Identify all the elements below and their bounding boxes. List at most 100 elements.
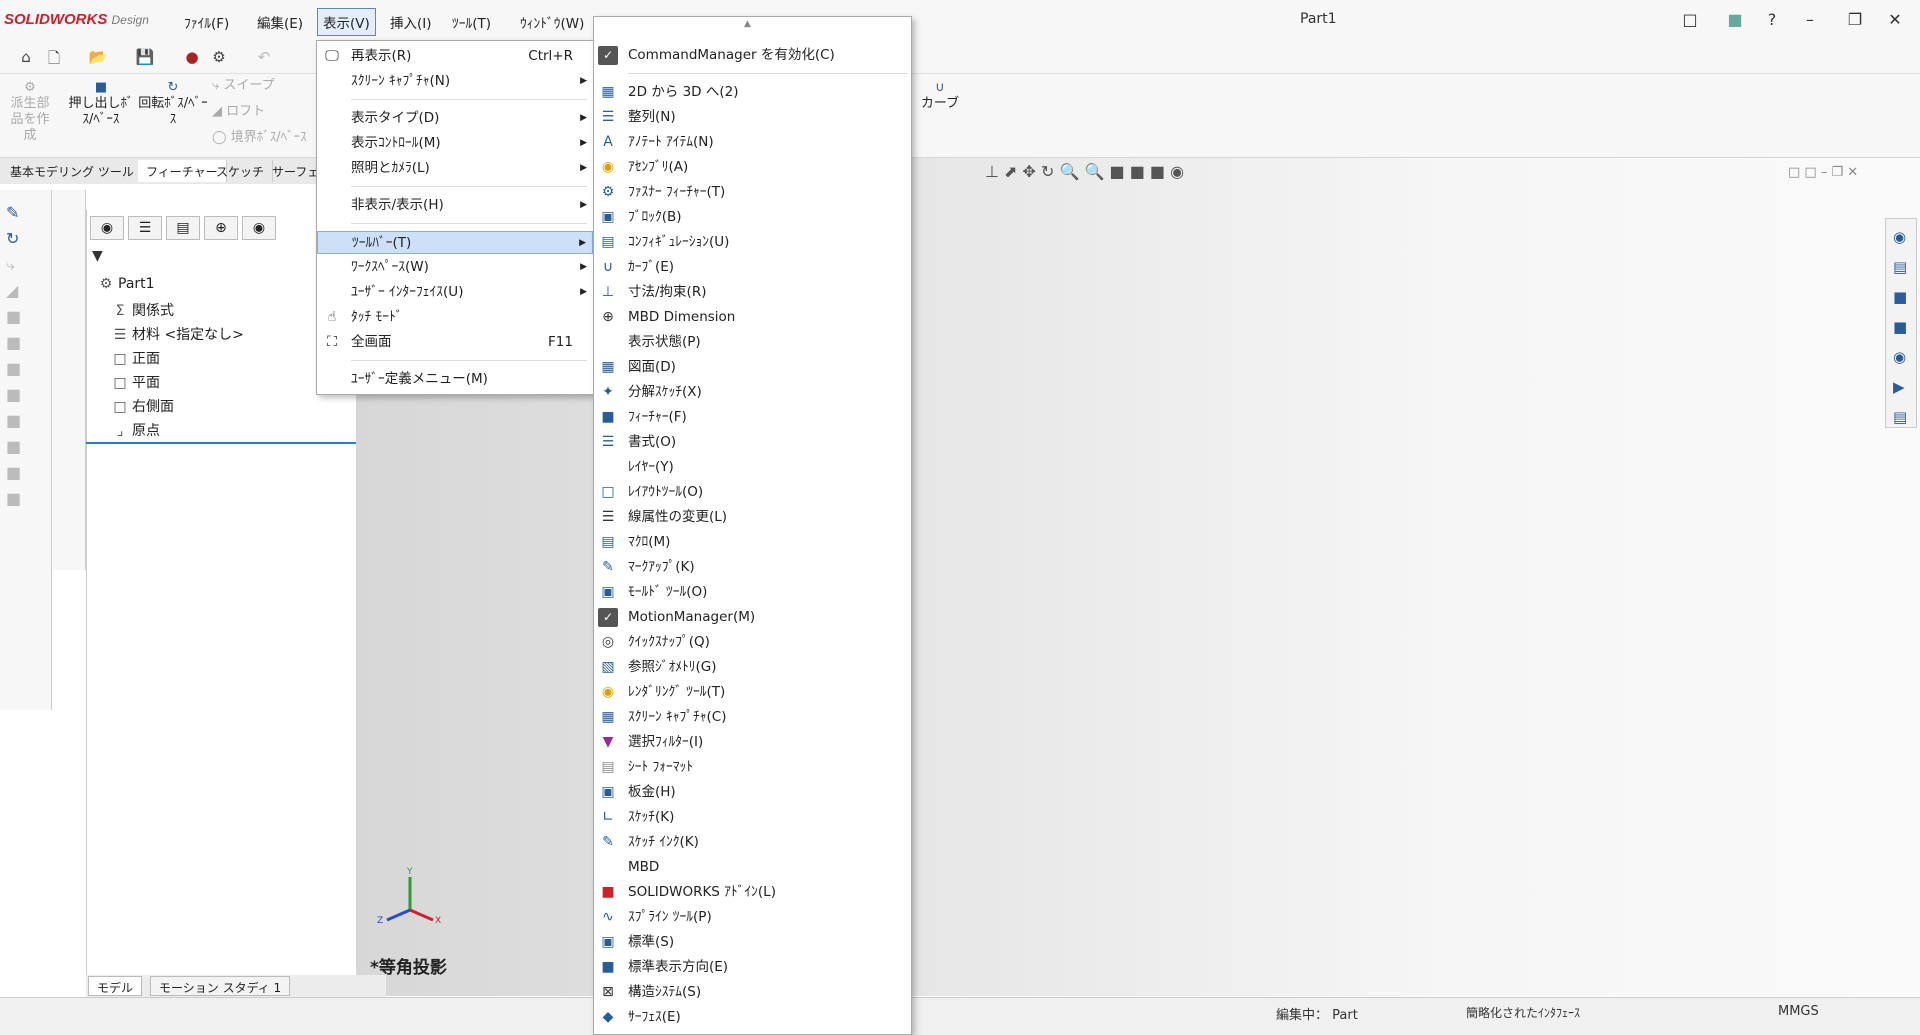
menu-tools[interactable]: ﾂｰﾙ(T) bbox=[448, 11, 495, 33]
toolbar-item-standard[interactable]: ▣ 標準(S) bbox=[594, 930, 911, 955]
toolbar-item-standard-views[interactable]: ■ 標準表示方向(E) bbox=[594, 955, 911, 980]
view-menu-lights-cameras[interactable]: 照明とｶﾒﾗ(L) ▶ bbox=[317, 157, 593, 180]
view-menu-workspace[interactable]: ﾜｰｸｽﾍﾟｰｽ(W) ▶ bbox=[317, 256, 593, 279]
terminal-icon[interactable]: □ bbox=[1670, 6, 1710, 34]
tree-item-front-plane[interactable]: □ 正面 bbox=[110, 348, 160, 368]
display-manager-tab-icon[interactable]: ◉ bbox=[242, 216, 276, 240]
sweep-button[interactable]: ⤷ スイープ bbox=[212, 78, 275, 94]
toolbar-item-structure-system[interactable]: ⊠ 構造ｼｽﾃﾑ(S) bbox=[594, 980, 911, 1005]
extrude-boss-button[interactable]: ■ 押し出しﾎﾞｽ/ﾍﾞｰｽ bbox=[66, 80, 136, 128]
dimxpert-tab-icon[interactable]: ⊕ bbox=[204, 216, 238, 240]
view-menu-user-interface[interactable]: ﾕｰｻﾞｰ ｲﾝﾀｰﾌｪｲｽ(U) ▶ bbox=[317, 281, 593, 304]
configuration-manager-tab-icon[interactable]: ▤ bbox=[166, 216, 200, 240]
traffic-light-icon[interactable]: ● bbox=[181, 48, 203, 68]
tree-item-origin[interactable]: ⌟ 原点 bbox=[110, 420, 160, 440]
toolbar-item-markup[interactable]: ✎ ﾏｰｸｱｯﾌﾟ(K) bbox=[594, 555, 911, 580]
scroll-up-arrow-icon[interactable]: ▲ bbox=[744, 19, 751, 29]
view-menu-hide-show[interactable]: 非表示/表示(H) ▶ bbox=[317, 194, 593, 217]
viewport-window-controls[interactable]: □ □ – ❐ ✕ bbox=[1788, 165, 1858, 180]
options-gear-icon[interactable]: ⚙ bbox=[208, 48, 230, 68]
toolbar-item-drawing[interactable]: ▦ 図面(D) bbox=[594, 355, 911, 380]
toolbar-item-configuration[interactable]: ▤ ｺﾝﾌｨｷﾞｭﾚｰｼｮﾝ(U) bbox=[594, 230, 911, 255]
tab-motion-study[interactable]: モーション スタディ 1 bbox=[150, 976, 291, 996]
toolbar-item-motionmanager[interactable]: ✓ MotionManager(M) bbox=[594, 605, 911, 630]
view-menu-full-screen[interactable]: ⛶ 全画面 F11 bbox=[317, 331, 593, 354]
toolbar-item-mbd-dimension[interactable]: ⊕ MBD Dimension bbox=[594, 305, 911, 330]
toolbar-item-layout-tools[interactable]: □ ﾚｲｱｳﾄﾂｰﾙ(O) bbox=[594, 480, 911, 505]
toolbar-item-solidworks-addins[interactable]: ■ SOLIDWORKS ｱﾄﾞｲﾝ(L) bbox=[594, 880, 911, 905]
undo-icon[interactable]: ↶ bbox=[253, 48, 275, 68]
tree-item-equations[interactable]: Σ 関係式 bbox=[110, 300, 174, 320]
toolbar-item-annotation[interactable]: A ｱﾉﾃｰﾄ ｱｲﾃﾑ(N) bbox=[594, 130, 911, 155]
home-icon[interactable]: ⌂ bbox=[15, 48, 37, 68]
open-icon[interactable]: 📂 bbox=[87, 48, 109, 68]
toolbar-item-spline-tools[interactable]: ∿ ｽﾌﾟﾗｲﾝ ﾂｰﾙ(P) bbox=[594, 905, 911, 930]
derived-part-button[interactable]: ⚙ 派生部品を作成 bbox=[8, 80, 52, 144]
toolbar-item-reference-geometry[interactable]: ▧ 参照ｼﾞｵﾒﾄﾘ(G) bbox=[594, 655, 911, 680]
view-menu-screen-capture[interactable]: ｽｸﾘｰﾝ ｷｬﾌﾟﾁｬ(N) ▶ bbox=[317, 70, 593, 93]
toolbar-item-selection-filter[interactable]: ▼ 選択ﾌｨﾙﾀｰ(I) bbox=[594, 730, 911, 755]
tab-model[interactable]: モデル bbox=[88, 976, 143, 996]
toolbar-item-assembly[interactable]: ◉ ｱｾﾝﾌﾞﾘ(A) bbox=[594, 155, 911, 180]
revolve-boss-button[interactable]: ↻ 回転ﾎﾞｽ/ﾍﾞｰｽ bbox=[138, 80, 208, 128]
menu-window[interactable]: ｳｨﾝﾄﾞｳ(W) bbox=[516, 11, 588, 33]
view-menu-display-type[interactable]: 表示タイプ(D) ▶ bbox=[317, 107, 593, 130]
heads-up-toolbar[interactable]: ⊥ ⬈ ✥ ↻ 🔍 🔍 ■ ■ ■ ◉ bbox=[985, 162, 1184, 186]
toolbar-item-sketch[interactable]: ∟ ｽｹｯﾁ(K) bbox=[594, 805, 911, 830]
menu-edit[interactable]: 編集(E) bbox=[253, 11, 307, 33]
toolbar-item-display-states[interactable]: 表示状態(P) bbox=[594, 330, 911, 355]
toolbar-item-render-tools[interactable]: ◉ ﾚﾝﾀﾞﾘﾝｸﾞ ﾂｰﾙ(T) bbox=[594, 680, 911, 705]
toolbar-item-explode-sketch[interactable]: ✦ 分解ｽｹｯﾁ(X) bbox=[594, 380, 911, 405]
task-pane-icons[interactable]: ◉ ▤ ■ ■ ◉ ▶ ▤ bbox=[1893, 222, 1907, 432]
solidworks-logo[interactable]: SOLIDWORKS Design bbox=[4, 11, 149, 28]
toolbar-item-sheet-format[interactable]: ▤ ｼｰﾄ ﾌｫｰﾏｯﾄ bbox=[594, 755, 911, 780]
view-menu-redraw[interactable]: 🖵 再表示(R) Ctrl+R bbox=[317, 45, 593, 68]
user-avatar-icon[interactable]: ■ bbox=[1715, 6, 1755, 34]
loft-button[interactable]: ◢ ロフト bbox=[212, 104, 265, 120]
feature-manager-tab-icon[interactable]: ◉ bbox=[90, 216, 124, 240]
curve-button[interactable]: ∪ カーブ bbox=[920, 80, 960, 112]
property-manager-tab-icon[interactable]: ☰ bbox=[128, 216, 162, 240]
left-strip-icons[interactable]: ✎ ↻ ⤷ ◢ ■ ■ ■ ■ ■ ■ ■ ■ bbox=[6, 200, 21, 512]
toolbar-item-surfaces[interactable]: ◆ ｻｰﾌｪｽ(E) bbox=[594, 1005, 911, 1030]
toolbar-item-sketch-ink[interactable]: ✎ ｽｹｯﾁ ｲﾝｸ(K) bbox=[594, 830, 911, 855]
restore-button[interactable]: ❐ bbox=[1835, 6, 1875, 34]
toolbar-item-macro[interactable]: ▤ ﾏｸﾛ(M) bbox=[594, 530, 911, 555]
toolbar-item-curves[interactable]: ∪ ｶｰﾌﾞ(E) bbox=[594, 255, 911, 280]
toolbar-item-layer[interactable]: ﾚｲﾔｰ(Y) bbox=[594, 455, 911, 480]
view-menu-touch-mode[interactable]: ☝ ﾀｯﾁ ﾓｰﾄﾞ bbox=[317, 306, 593, 329]
menu-file[interactable]: ﾌｧｲﾙ(F) bbox=[180, 11, 233, 33]
help-icon[interactable]: ? bbox=[1752, 6, 1792, 34]
toolbar-item-quick-snaps[interactable]: ◎ ｸｲｯｸｽﾅｯﾌﾟ(Q) bbox=[594, 630, 911, 655]
tree-item-material[interactable]: ☰ 材料 <指定なし> bbox=[110, 324, 244, 344]
menu-insert[interactable]: 挿入(I) bbox=[386, 11, 436, 33]
toolbar-item-sheet-metal[interactable]: ▣ 板金(H) bbox=[594, 780, 911, 805]
menu-view[interactable]: 表示(V) bbox=[317, 8, 376, 36]
toolbar-item-features[interactable]: ■ ﾌｨｰﾁｬｰ(F) bbox=[594, 405, 911, 430]
save-icon[interactable]: 💾 bbox=[134, 48, 156, 68]
toolbar-item-line-format[interactable]: ☰ 線属性の変更(L) bbox=[594, 505, 911, 530]
toolbar-item-mbd[interactable]: MBD bbox=[594, 855, 911, 880]
toolbar-item-commandmanager[interactable]: ✓ CommandManager を有効化(C) bbox=[594, 43, 911, 68]
toolbar-item-format[interactable]: ☰ 書式(O) bbox=[594, 430, 911, 455]
minimize-button[interactable]: – bbox=[1790, 6, 1830, 34]
view-menu-display-control[interactable]: 表示ｺﾝﾄﾛｰﾙ(M) ▶ bbox=[317, 132, 593, 155]
toolbar-item-screen-capture[interactable]: ▦ ｽｸﾘｰﾝ ｷｬﾌﾟﾁｬ(C) bbox=[594, 705, 911, 730]
tab-basic-modeling[interactable]: 基本モデリング ツール bbox=[2, 160, 143, 182]
close-button[interactable]: ✕ bbox=[1875, 6, 1915, 34]
rollback-bar[interactable] bbox=[86, 442, 356, 444]
toolbar-item-mold-tools[interactable]: ▣ ﾓｰﾙﾄﾞ ﾂｰﾙ(O) bbox=[594, 580, 911, 605]
status-units[interactable]: MMGS bbox=[1778, 1004, 1819, 1019]
tree-item-right-plane[interactable]: □ 右側面 bbox=[110, 396, 174, 416]
toolbar-item-dimensions[interactable]: ⊥ 寸法/拘束(R) bbox=[594, 280, 911, 305]
filter-icon[interactable]: ▼ bbox=[92, 248, 103, 264]
toolbar-item-2d-to-3d[interactable]: ▦ 2D から 3D へ(2) bbox=[594, 80, 911, 105]
new-document-icon[interactable]: 🗋 bbox=[43, 48, 65, 68]
view-menu-toolbars[interactable]: ﾂｰﾙﾊﾞｰ(T) ▶ bbox=[317, 231, 593, 254]
toolbar-item-align[interactable]: ☰ 整列(N) bbox=[594, 105, 911, 130]
boundary-boss-button[interactable]: ◯ 境界ﾎﾞｽ/ﾍﾞｰｽ bbox=[212, 130, 307, 146]
toolbar-item-fastener[interactable]: ⚙ ﾌｧｽﾅｰ ﾌｨｰﾁｬｰ(T) bbox=[594, 180, 911, 205]
toolbar-item-block[interactable]: ▣ ﾌﾞﾛｯｸ(B) bbox=[594, 205, 911, 230]
tree-root[interactable]: ⚙ Part1 bbox=[96, 276, 155, 292]
view-menu-customize-menu[interactable]: ﾕｰｻﾞｰ定義メニュー(M) bbox=[317, 368, 593, 391]
